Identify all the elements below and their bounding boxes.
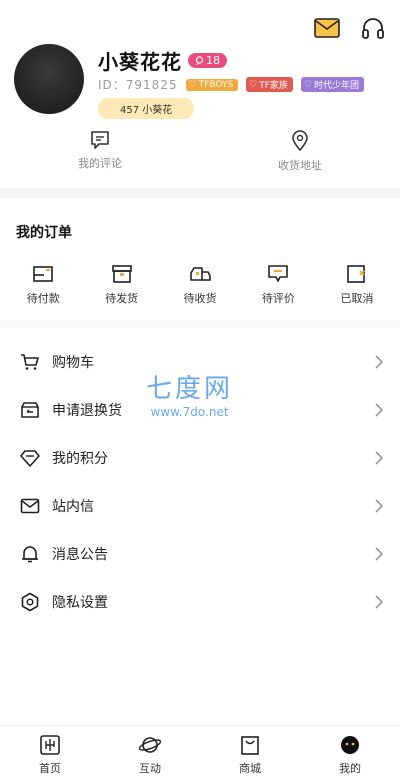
orders-title: 我的订单 (16, 225, 72, 241)
menu-item-label: 申请退换货 (52, 403, 122, 419)
order-cancelled[interactable]: 已取消 (318, 264, 396, 306)
level-badge: 18 (188, 53, 227, 68)
settings-icon (20, 592, 40, 612)
my-comments-label: 我的评论 (78, 157, 122, 170)
order-pending-payment[interactable]: 待付款 (4, 264, 82, 306)
tab-home[interactable]: 首页 (0, 726, 100, 783)
order-label: 已取消 (340, 292, 374, 305)
menu-item-announcements[interactable]: 消息公告 (0, 530, 400, 578)
heart-icon: ♡ (188, 79, 197, 90)
chevron-right-icon (375, 499, 384, 513)
comment-icon (91, 131, 109, 149)
bell-icon (20, 544, 40, 564)
profile-icon (341, 735, 359, 754)
shopping-bag-icon (241, 735, 259, 755)
menu-item-label: 我的积分 (52, 451, 108, 467)
tab-mine[interactable]: 我的 (300, 726, 400, 783)
cancelled-icon (347, 265, 365, 283)
tab-label: 商城 (239, 761, 261, 775)
review-icon (268, 265, 289, 282)
chevron-right-icon (375, 451, 384, 465)
menu-item-inbox[interactable]: 站内信 (0, 482, 400, 530)
my-comments-link[interactable]: 我的评论 (0, 130, 200, 173)
heart-icon: ♡ (249, 79, 258, 90)
header-actions (314, 16, 386, 40)
profile-section: 小葵花花 18 ID：791825 ♡ TFBOYS ♡ TF家族 ♡ 时代少年团 4… (14, 40, 400, 120)
planet-icon (138, 736, 162, 753)
order-label: 待评价 (261, 292, 295, 305)
fans-badge[interactable]: 457 小葵花 (98, 98, 195, 119)
quick-links: 我的评论 收货地址 (0, 130, 400, 173)
box-icon (111, 265, 132, 283)
tab-label: 首页 (39, 761, 61, 775)
headset-icon[interactable] (360, 16, 386, 40)
tag-tnt[interactable]: ♡ 时代少年团 (300, 77, 365, 92)
level-value: 18 (206, 54, 220, 67)
tag-tfboys[interactable]: ♡ TFBOYS (185, 78, 239, 91)
menu-item-privacy[interactable]: 隐私设置 (0, 578, 400, 626)
avatar[interactable] (14, 44, 84, 114)
home-icon (40, 734, 60, 755)
menu-item-return[interactable]: 申请退换货 (0, 386, 400, 434)
address-label: 收货地址 (278, 159, 322, 172)
section-divider (0, 188, 400, 198)
chevron-right-icon (375, 547, 384, 561)
truck-icon (190, 267, 211, 281)
section-divider (0, 320, 400, 328)
mail-icon (20, 496, 40, 516)
tab-label: 我的 (339, 761, 361, 775)
menu-item-cart[interactable]: 购物车 (0, 338, 400, 386)
orders-section: 我的订单 待付款 待发货 待收货 待评价 已取消 (0, 222, 400, 306)
return-icon (20, 400, 40, 420)
user-id: ID：791825 (98, 78, 178, 92)
mail-icon[interactable] (314, 16, 340, 40)
menu-item-label: 购物车 (52, 355, 94, 371)
chevron-right-icon (375, 595, 384, 609)
level-icon (195, 56, 204, 65)
tag-tf-family[interactable]: ♡ TF家族 (246, 77, 293, 92)
order-pending-shipment[interactable]: 待发货 (82, 264, 160, 306)
user-name: 小葵花花 (98, 50, 182, 74)
chevron-right-icon (375, 355, 384, 369)
order-pending-receipt[interactable]: 待收货 (161, 264, 239, 306)
menu-item-points[interactable]: 我的积分 (0, 434, 400, 482)
address-link[interactable]: 收货地址 (200, 130, 400, 173)
order-label: 待收货 (183, 292, 217, 305)
bottom-tab-bar: 首页 互动 商城 我的 (0, 725, 400, 783)
location-pin-icon (292, 130, 308, 152)
diamond-icon (20, 448, 40, 468)
tab-shop[interactable]: 商城 (200, 726, 300, 783)
menu-item-label: 站内信 (52, 499, 94, 515)
order-label: 待付款 (26, 292, 60, 305)
menu-item-label: 隐私设置 (52, 595, 108, 611)
heart-icon: ♡ (303, 79, 313, 90)
cart-icon (20, 352, 40, 372)
menu-item-label: 消息公告 (52, 547, 108, 563)
order-pending-review[interactable]: 待评价 (239, 264, 317, 306)
menu-list: 购物车 申请退换货 我的积分 站内信 消息公告 隐私设置 (0, 338, 400, 626)
order-label: 待发货 (105, 292, 139, 305)
tab-label: 互动 (139, 761, 161, 775)
chevron-right-icon (375, 403, 384, 417)
wallet-icon (33, 266, 54, 282)
tab-interact[interactable]: 互动 (100, 726, 200, 783)
